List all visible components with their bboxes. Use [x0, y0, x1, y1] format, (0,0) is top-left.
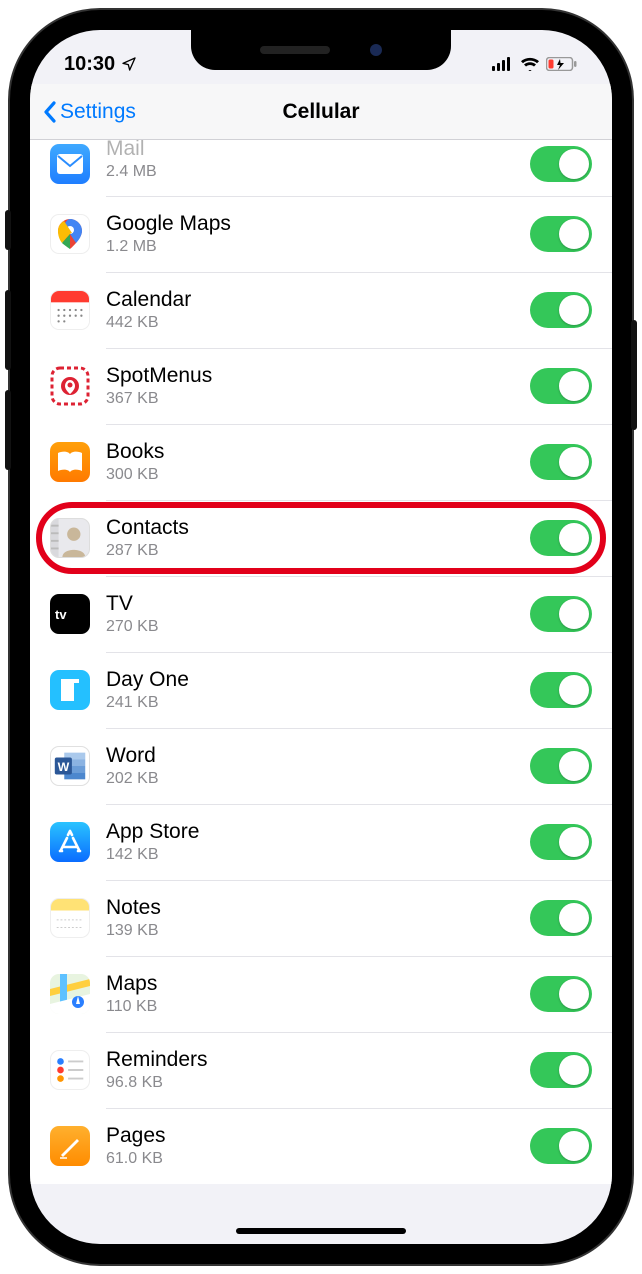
volume-up-button	[5, 290, 11, 370]
volume-down-button	[5, 390, 11, 470]
app-row-spotmenus[interactable]: SpotMenus 367 KB	[30, 348, 612, 424]
clock: 10:30	[64, 53, 115, 76]
cellular-signal-icon	[492, 57, 514, 71]
app-name-label: Books	[106, 440, 530, 464]
home-indicator[interactable]	[236, 1228, 406, 1234]
reminders-toggle[interactable]	[530, 1052, 592, 1088]
tv-icon: tv	[50, 594, 90, 634]
app-usage-label: 96.8 KB	[106, 1074, 530, 1092]
app-usage-label: 367 KB	[106, 390, 530, 408]
pages-toggle[interactable]	[530, 1128, 592, 1164]
mute-switch	[5, 210, 11, 250]
spotmenus-toggle[interactable]	[530, 368, 592, 404]
calendar-icon	[50, 290, 90, 330]
app-usage-label: 270 KB	[106, 618, 530, 636]
app-name-label: Reminders	[106, 1048, 530, 1072]
app-row-maps[interactable]: Maps 110 KB	[30, 956, 612, 1032]
back-button[interactable]: Settings	[30, 100, 136, 124]
location-arrow-icon	[121, 56, 137, 72]
app-usage-label: 2.4 MB	[106, 163, 530, 181]
app-name-label: SpotMenus	[106, 364, 530, 388]
app-name-label: Word	[106, 744, 530, 768]
app-name-label: TV	[106, 592, 530, 616]
google-maps-icon	[50, 214, 90, 254]
side-button	[631, 320, 637, 430]
contacts-toggle[interactable]	[530, 520, 592, 556]
svg-text:tv: tv	[55, 607, 67, 622]
earpiece	[260, 46, 330, 54]
reminders-icon	[50, 1050, 90, 1090]
status-right	[492, 57, 578, 71]
wifi-icon	[520, 57, 540, 71]
apple-maps-icon	[50, 974, 90, 1014]
app-name-label: Google Maps	[106, 212, 530, 236]
app-name-label: Contacts	[106, 516, 530, 540]
app-name-label: Pages	[106, 1124, 530, 1148]
app-list-scroll[interactable]: Mail 2.4 MB Google Maps 1.2 MB	[30, 140, 612, 1244]
chevron-left-icon	[42, 100, 58, 124]
app-row-dayone[interactable]: Day One 241 KB	[30, 652, 612, 728]
app-usage-label: 287 KB	[106, 542, 530, 560]
app-row-pages[interactable]: Pages 61.0 KB	[30, 1108, 612, 1184]
device-frame: 10:30	[10, 10, 632, 1264]
appstore-icon	[50, 822, 90, 862]
app-row-google-maps[interactable]: Google Maps 1.2 MB	[30, 196, 612, 272]
svg-text:W: W	[58, 760, 70, 774]
battery-low-charging-icon	[546, 57, 578, 71]
app-row-calendar[interactable]: Calendar 442 KB	[30, 272, 612, 348]
calendar-toggle[interactable]	[530, 292, 592, 328]
app-usage-label: 442 KB	[106, 314, 530, 332]
app-usage-label: 110 KB	[106, 998, 530, 1016]
notes-toggle[interactable]	[530, 900, 592, 936]
app-name-label: Maps	[106, 972, 530, 996]
dayone-icon	[50, 670, 90, 710]
back-label: Settings	[60, 100, 136, 124]
google-maps-toggle[interactable]	[530, 216, 592, 252]
app-row-books[interactable]: Books 300 KB	[30, 424, 612, 500]
word-toggle[interactable]	[530, 748, 592, 784]
app-row-reminders[interactable]: Reminders 96.8 KB	[30, 1032, 612, 1108]
app-row-mail[interactable]: Mail 2.4 MB	[30, 140, 612, 196]
notch	[191, 30, 451, 70]
app-usage-label: 61.0 KB	[106, 1150, 530, 1168]
app-row-tv[interactable]: tv TV 270 KB	[30, 576, 612, 652]
dayone-toggle[interactable]	[530, 672, 592, 708]
app-usage-label: 202 KB	[106, 770, 530, 788]
books-toggle[interactable]	[530, 444, 592, 480]
appstore-toggle[interactable]	[530, 824, 592, 860]
notes-icon	[50, 898, 90, 938]
screen: 10:30	[30, 30, 612, 1244]
app-name-label: Calendar	[106, 288, 530, 312]
app-usage-label: 139 KB	[106, 922, 530, 940]
front-camera	[370, 44, 382, 56]
app-row-contacts[interactable]: Contacts 287 KB	[30, 500, 612, 576]
app-row-notes[interactable]: Notes 139 KB	[30, 880, 612, 956]
app-name-label: Day One	[106, 668, 530, 692]
app-usage-label: 142 KB	[106, 846, 530, 864]
nav-bar: Settings Cellular	[30, 84, 612, 140]
app-name-label: Notes	[106, 896, 530, 920]
app-usage-label: 241 KB	[106, 694, 530, 712]
word-icon: W	[50, 746, 90, 786]
spotmenus-icon	[50, 366, 90, 406]
status-left: 10:30	[64, 53, 137, 76]
mail-toggle[interactable]	[530, 146, 592, 182]
app-row-word[interactable]: W Word 202 KB	[30, 728, 612, 804]
mail-icon	[50, 144, 90, 184]
contacts-icon	[50, 518, 90, 558]
books-icon	[50, 442, 90, 482]
app-name-label: App Store	[106, 820, 530, 844]
app-usage-label: 1.2 MB	[106, 238, 530, 256]
app-row-appstore[interactable]: App Store 142 KB	[30, 804, 612, 880]
maps-toggle[interactable]	[530, 976, 592, 1012]
app-name-label: Mail	[106, 140, 530, 161]
pages-icon	[50, 1126, 90, 1166]
tv-toggle[interactable]	[530, 596, 592, 632]
app-usage-label: 300 KB	[106, 466, 530, 484]
app-list: Mail 2.4 MB Google Maps 1.2 MB	[30, 140, 612, 1184]
